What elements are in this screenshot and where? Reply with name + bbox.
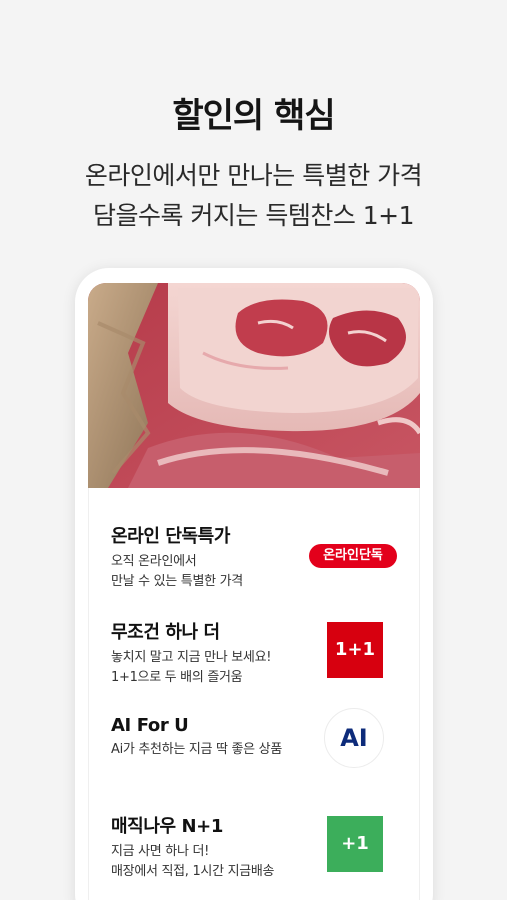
one-plus-one-badge: 1+1	[327, 622, 383, 678]
plus-one-badge: +1	[327, 816, 383, 872]
subtitle-line-2: 담을수록 커지는 득템찬스 1+1	[92, 201, 415, 230]
subtitle-line-1: 온라인에서만 만나는 특별한 가격	[84, 161, 423, 190]
ai-badge: AI	[324, 708, 384, 768]
hero-meat-image	[88, 283, 420, 488]
online-exclusive-badge: 온라인단독	[309, 544, 397, 568]
headline: 할인의 핵심	[172, 96, 335, 136]
